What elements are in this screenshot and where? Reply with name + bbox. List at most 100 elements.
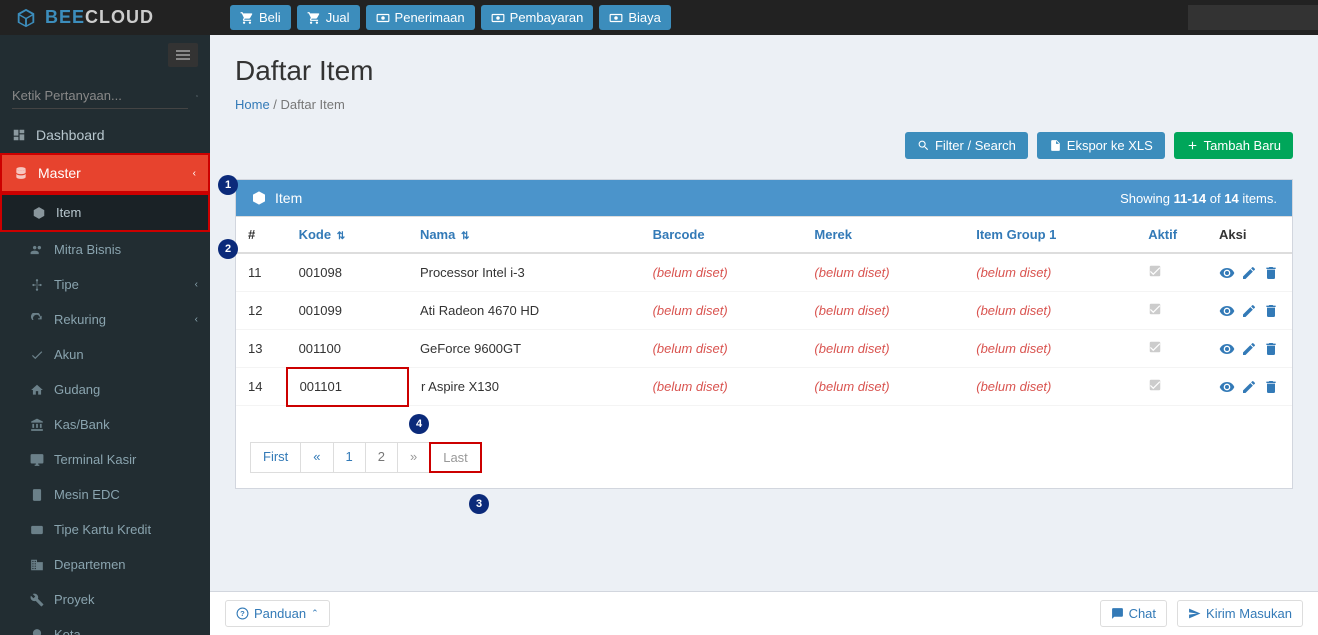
sort-icon: ⇅ (461, 231, 469, 242)
chat-button[interactable]: Chat (1100, 600, 1167, 627)
breadcrumb-home[interactable]: Home (235, 97, 270, 112)
sidebar-item-akun[interactable]: Akun (0, 337, 210, 372)
refresh-icon (30, 313, 44, 327)
sidebar-item-mesin-edc[interactable]: Mesin EDC (0, 477, 210, 512)
hamburger-icon[interactable] (168, 43, 198, 67)
cell-aktif (1136, 330, 1207, 368)
top-btn-label: Penerimaan (395, 10, 465, 25)
sidebar-item-master[interactable]: Master‹ (0, 153, 210, 193)
view-icon[interactable] (1219, 265, 1235, 281)
export-button[interactable]: Ekspor ke XLS (1037, 132, 1165, 159)
col-aksi: Aksi (1207, 217, 1292, 254)
sidebar-item-label: Mesin EDC (54, 487, 120, 502)
col-kode[interactable]: Kode ⇅ (287, 217, 408, 254)
view-icon[interactable] (1219, 303, 1235, 319)
sidebar-item-departemen[interactable]: Departemen (0, 547, 210, 582)
db-icon (14, 166, 28, 180)
chevron-icon: ‹ (193, 168, 196, 179)
cell-num: 11 (236, 253, 287, 292)
money-icon (491, 11, 505, 25)
edit-icon[interactable] (1241, 379, 1257, 395)
check-icon (1148, 340, 1162, 354)
top-btn-jual[interactable]: Jual (297, 5, 360, 30)
page-first[interactable]: First (250, 442, 301, 473)
callout-2: 2 (218, 239, 238, 259)
cell-kode: 001098 (287, 253, 408, 292)
edit-icon[interactable] (1241, 265, 1257, 281)
pin-icon (30, 628, 44, 635)
cell-aksi (1207, 292, 1292, 330)
topbar: BEECLOUD Beli Jual Penerimaan Pembayaran Bia… (0, 0, 1318, 35)
cell-nama: Ati Radeon 4670 HD (408, 292, 641, 330)
top-buttons: Beli Jual Penerimaan Pembayaran Biaya (210, 5, 671, 30)
sidebar-item-rekuring[interactable]: Rekuring‹ (0, 302, 210, 337)
chevron-icon: ‹ (195, 314, 198, 325)
action-bar: Filter / Search Ekspor ke XLS Tambah Bar… (210, 122, 1318, 169)
user-area[interactable] (1188, 5, 1318, 30)
cell-aktif (1136, 368, 1207, 406)
view-icon[interactable] (1219, 341, 1235, 357)
delete-icon[interactable] (1263, 303, 1279, 319)
search-input[interactable] (12, 83, 188, 109)
cell-num: 14 (236, 368, 287, 406)
cell-nama: Processor Intel i-3 (408, 253, 641, 292)
svg-text:?: ? (240, 609, 245, 618)
page-prev[interactable]: « (300, 442, 333, 473)
col-merek[interactable]: Merek (802, 217, 964, 254)
feedback-button[interactable]: Kirim Masukan (1177, 600, 1303, 627)
table-row: 11001098Processor Intel i-3(belum diset)… (236, 253, 1292, 292)
logo-icon (15, 7, 37, 29)
search-icon[interactable] (196, 88, 198, 104)
panel-title: Item (275, 190, 302, 206)
cell-group: (belum diset) (964, 330, 1136, 368)
top-btn-beli[interactable]: Beli (230, 5, 291, 30)
delete-icon[interactable] (1263, 341, 1279, 357)
cell-nama: r Aspire X130 (408, 368, 641, 406)
sidebar-item-proyek[interactable]: Proyek (0, 582, 210, 617)
sidebar-item-kota[interactable]: Kota (0, 617, 210, 635)
filter-button[interactable]: Filter / Search (905, 132, 1028, 159)
dashboard-icon (12, 128, 26, 142)
col-nama[interactable]: Nama ⇅ (408, 217, 641, 254)
logo[interactable]: BEECLOUD (0, 0, 210, 35)
footer-bar: ?Panduan ⌃ Chat Kirim Masukan (210, 591, 1318, 635)
sidebar-item-label: Tipe (54, 277, 79, 292)
sidebar-item-item[interactable]: Item (0, 193, 210, 232)
sidebar-item-dashboard[interactable]: Dashboard (0, 117, 210, 153)
sidebar-item-label: Mitra Bisnis (54, 242, 121, 257)
top-btn-pembayaran[interactable]: Pembayaran (481, 5, 594, 30)
edit-icon[interactable] (1241, 341, 1257, 357)
sidebar-item-terminal-kasir[interactable]: Terminal Kasir (0, 442, 210, 477)
top-btn-label: Pembayaran (510, 10, 584, 25)
card-icon (30, 523, 44, 537)
chat-icon (1111, 607, 1124, 620)
page-2[interactable]: 2 (365, 442, 398, 473)
sidebar-item-tipe[interactable]: Tipe ‹ (0, 267, 210, 302)
cell-num: 13 (236, 330, 287, 368)
page-1[interactable]: 1 (333, 442, 366, 473)
col-barcode[interactable]: Barcode (641, 217, 803, 254)
delete-icon[interactable] (1263, 379, 1279, 395)
sidebar-item-kas/bank[interactable]: Kas/Bank (0, 407, 210, 442)
col-group[interactable]: Item Group 1 (964, 217, 1136, 254)
col-aktif[interactable]: Aktif (1136, 217, 1207, 254)
top-btn-label: Jual (326, 10, 350, 25)
edit-icon[interactable] (1241, 303, 1257, 319)
sidebar-item-tipe-kartu-kredit[interactable]: Tipe Kartu Kredit (0, 512, 210, 547)
sidebar-item-label: Item (56, 205, 81, 220)
chevron-icon: ‹ (195, 279, 198, 290)
desktop-icon (30, 453, 44, 467)
cell-aksi (1207, 253, 1292, 292)
top-btn-penerimaan[interactable]: Penerimaan (366, 5, 475, 30)
cell-kode: 001100 (287, 330, 408, 368)
top-btn-biaya[interactable]: Biaya (599, 5, 671, 30)
sidebar-item-gudang[interactable]: Gudang (0, 372, 210, 407)
add-button[interactable]: Tambah Baru (1174, 132, 1293, 159)
panduan-button[interactable]: ?Panduan ⌃ (225, 600, 330, 627)
sidebar-item-mitra-bisnis[interactable]: Mitra Bisnis (0, 232, 210, 267)
view-icon[interactable] (1219, 379, 1235, 395)
money-icon (609, 11, 623, 25)
cell-merek: (belum diset) (802, 292, 964, 330)
delete-icon[interactable] (1263, 265, 1279, 281)
item-panel: Item Showing 11-14 of 14 items. # Kode ⇅… (235, 179, 1293, 489)
